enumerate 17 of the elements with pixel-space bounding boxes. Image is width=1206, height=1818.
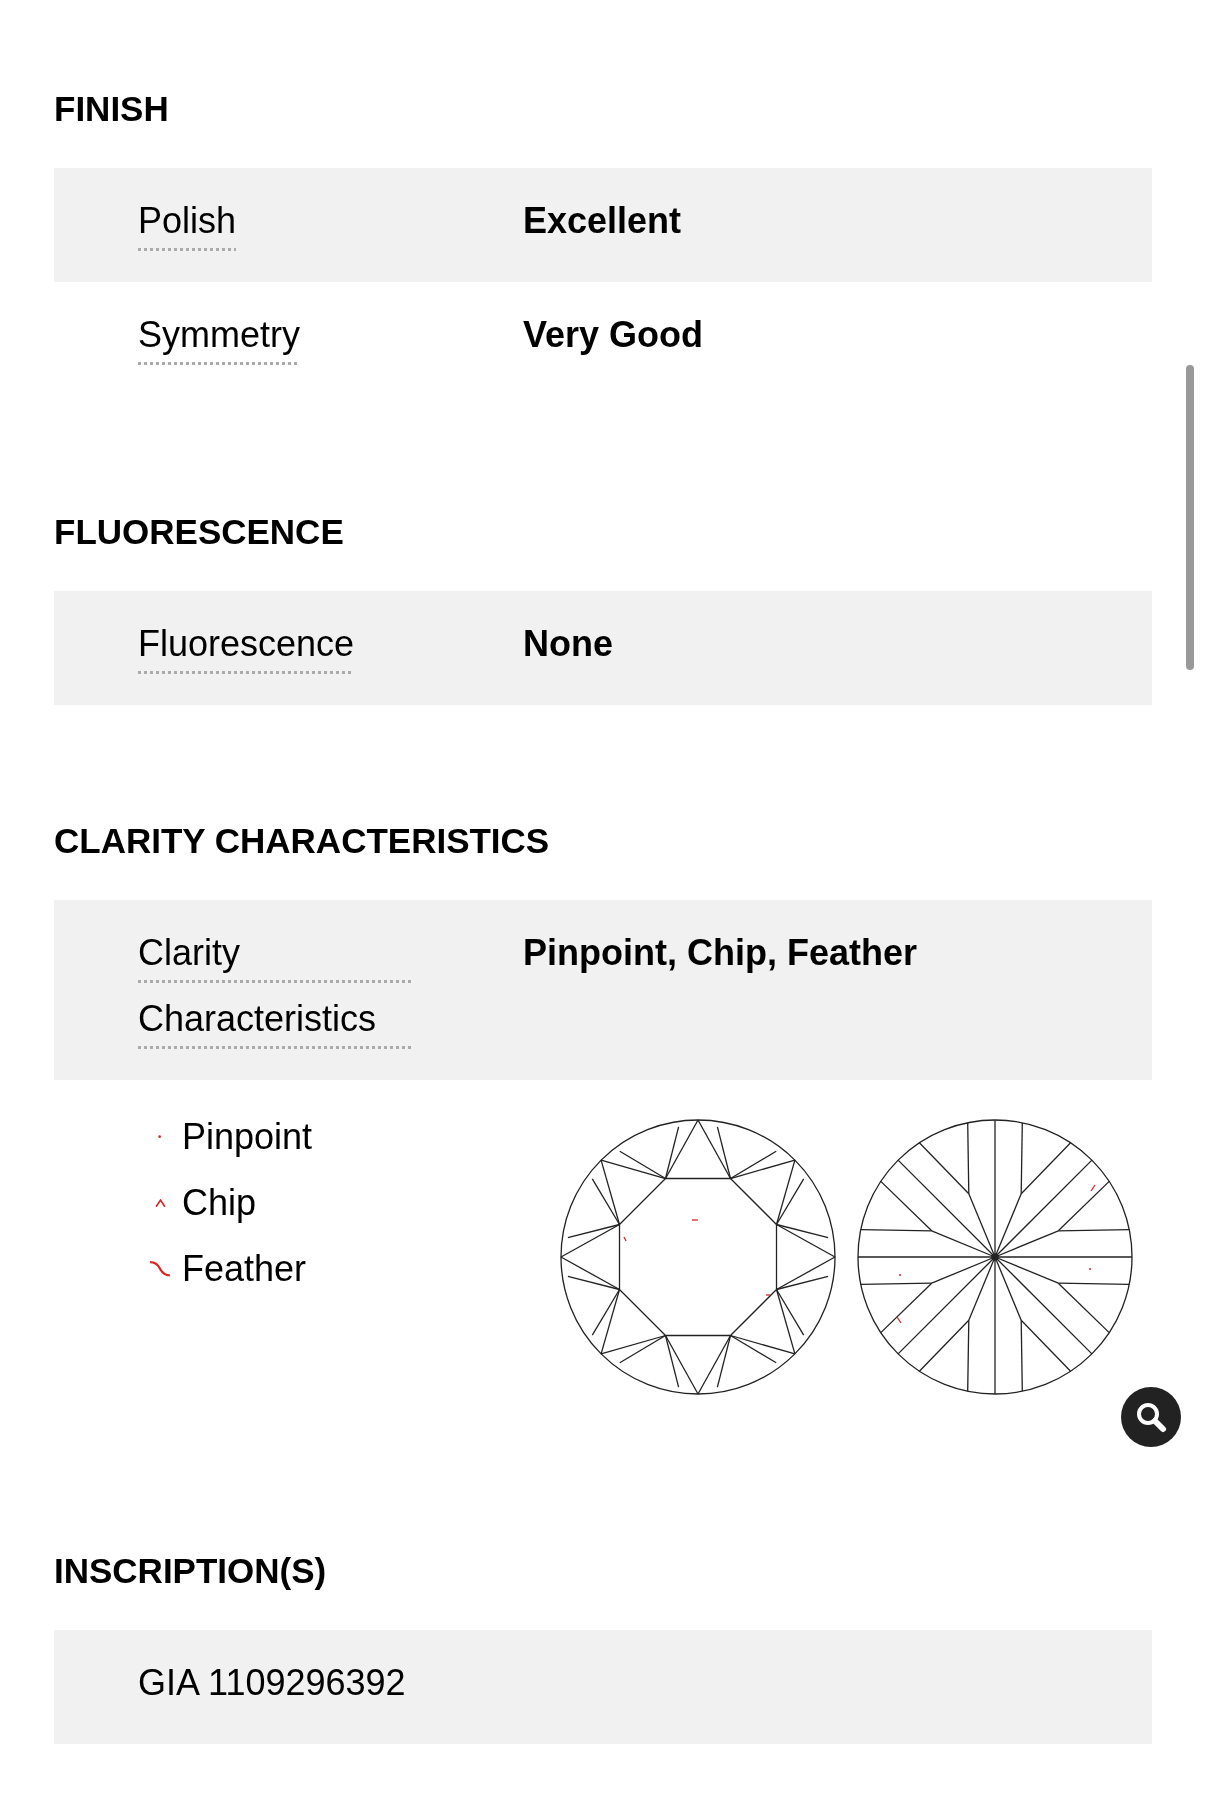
section-heading: FLUORESCENCE xyxy=(54,511,345,553)
field-value: Very Good xyxy=(523,313,704,357)
scrollbar[interactable] xyxy=(1186,365,1194,670)
field-value: Pinpoint, Chip, Feather xyxy=(523,931,917,975)
legend-label: Pinpoint xyxy=(182,1115,313,1159)
legend-label: Feather xyxy=(182,1247,307,1291)
feather-icon xyxy=(149,1261,171,1277)
pinpoint-icon xyxy=(158,1135,162,1139)
section-heading: INSCRIPTION(S) xyxy=(54,1550,328,1592)
section-heading: CLARITY CHARACTERISTICS xyxy=(54,820,551,862)
field-value: None xyxy=(523,622,613,666)
legend-label: Chip xyxy=(182,1181,257,1225)
inscription-text: GIA 1109296392 xyxy=(138,1661,406,1705)
chip-icon xyxy=(154,1198,166,1208)
field-value: Excellent xyxy=(523,199,682,243)
zoom-icon[interactable] xyxy=(1120,1386,1182,1448)
section-heading: FINISH xyxy=(54,88,170,130)
